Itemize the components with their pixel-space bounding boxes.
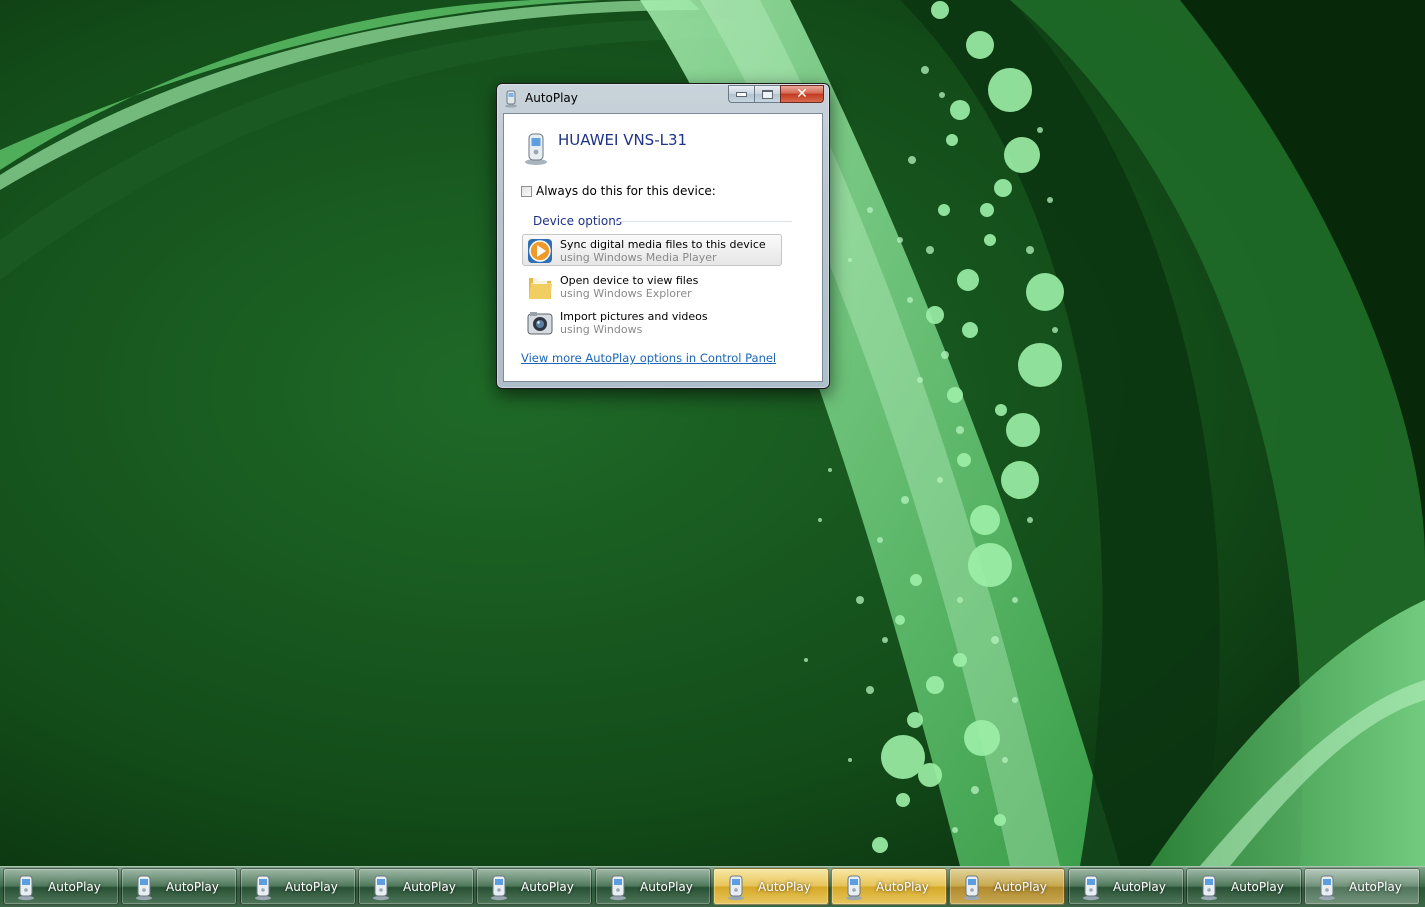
- window-title: AutoPlay: [525, 91, 578, 105]
- option-label: Import pictures and videos: [560, 310, 708, 323]
- taskbar: AutoPlay AutoPlay AutoPlay AutoPlay AutoPlay…: [0, 866, 1425, 907]
- camera-icon: [527, 312, 553, 335]
- phone-icon: [373, 875, 389, 901]
- taskbar-button-autoplay[interactable]: AutoPlay: [949, 868, 1065, 905]
- phone-icon: [1319, 875, 1335, 901]
- phone-icon: [1201, 875, 1217, 901]
- folder-icon: [529, 276, 552, 299]
- taskbar-button-label: AutoPlay: [1113, 880, 1166, 894]
- option-open-device[interactable]: Open device to view files using Windows …: [522, 270, 782, 302]
- option-label: Sync digital media files to this device: [560, 238, 766, 251]
- taskbar-button-autoplay[interactable]: AutoPlay: [121, 868, 237, 905]
- option-sync-media[interactable]: Sync digital media files to this device …: [522, 234, 782, 266]
- close-icon: ✕: [796, 86, 808, 102]
- phone-icon: [491, 875, 507, 901]
- phone-icon: [610, 875, 626, 901]
- taskbar-button-autoplay[interactable]: AutoPlay: [595, 868, 711, 905]
- control-panel-link[interactable]: View more AutoPlay options in Control Pa…: [521, 351, 776, 365]
- taskbar-button-autoplay[interactable]: AutoPlay: [476, 868, 592, 905]
- device-name: HUAWEI VNS-L31: [558, 131, 688, 149]
- title-bar[interactable]: AutoPlay ✕: [497, 84, 829, 112]
- taskbar-button-label: AutoPlay: [640, 880, 693, 894]
- option-sublabel: using Windows Media Player: [560, 251, 717, 264]
- windows-media-player-icon: [528, 239, 552, 263]
- taskbar-button-label: AutoPlay: [521, 880, 574, 894]
- taskbar-button-label: AutoPlay: [285, 880, 338, 894]
- option-sublabel: using Windows: [560, 323, 643, 336]
- taskbar-button-label: AutoPlay: [1349, 880, 1402, 894]
- taskbar-button-autoplay[interactable]: AutoPlay: [3, 868, 119, 905]
- taskbar-button-autoplay[interactable]: AutoPlay: [358, 868, 474, 905]
- taskbar-button-label: AutoPlay: [1231, 880, 1284, 894]
- phone-icon: [846, 875, 862, 901]
- phone-icon: [18, 875, 34, 901]
- device-phone-icon: [525, 133, 547, 165]
- phone-icon: [964, 875, 980, 901]
- taskbar-button-label: AutoPlay: [48, 880, 101, 894]
- caption-buttons: ✕: [728, 85, 824, 104]
- option-label: Open device to view files: [560, 274, 699, 287]
- taskbar-button-autoplay[interactable]: AutoPlay: [831, 868, 947, 905]
- taskbar-button-label: AutoPlay: [403, 880, 456, 894]
- always-do-this-label[interactable]: Always do this for this device:: [536, 184, 716, 198]
- device-options-heading: Device options: [533, 214, 623, 228]
- taskbar-button-label: AutoPlay: [758, 880, 811, 894]
- taskbar-button-autoplay[interactable]: AutoPlay: [713, 868, 829, 905]
- maximize-button[interactable]: [754, 85, 780, 103]
- group-divider: [616, 221, 792, 222]
- taskbar-button-label: AutoPlay: [166, 880, 219, 894]
- close-button[interactable]: ✕: [780, 85, 824, 103]
- phone-icon: [728, 875, 744, 901]
- taskbar-button-autoplay[interactable]: AutoPlay: [1304, 868, 1420, 905]
- always-do-this-checkbox[interactable]: [521, 185, 532, 197]
- taskbar-button-autoplay[interactable]: AutoPlay: [1068, 868, 1184, 905]
- autoplay-window: AutoPlay ✕ HUAWEI VNS-L31 Always do this…: [496, 83, 830, 389]
- taskbar-button-autoplay[interactable]: AutoPlay: [240, 868, 356, 905]
- phone-icon: [136, 875, 152, 901]
- always-do-this-row: Always do this for this device:: [521, 184, 716, 198]
- minimize-button[interactable]: [728, 85, 754, 103]
- phone-icon: [505, 90, 517, 108]
- taskbar-button-label: AutoPlay: [876, 880, 929, 894]
- maximize-icon: [762, 89, 773, 99]
- taskbar-button-autoplay[interactable]: AutoPlay: [1186, 868, 1302, 905]
- taskbar-button-label: AutoPlay: [994, 880, 1047, 894]
- option-import-pictures[interactable]: Import pictures and videos using Windows: [522, 306, 782, 338]
- window-content: HUAWEI VNS-L31 Always do this for this d…: [503, 113, 823, 382]
- minimize-icon: [736, 91, 747, 97]
- phone-icon: [1083, 875, 1099, 901]
- phone-icon: [255, 875, 271, 901]
- option-sublabel: using Windows Explorer: [560, 287, 692, 300]
